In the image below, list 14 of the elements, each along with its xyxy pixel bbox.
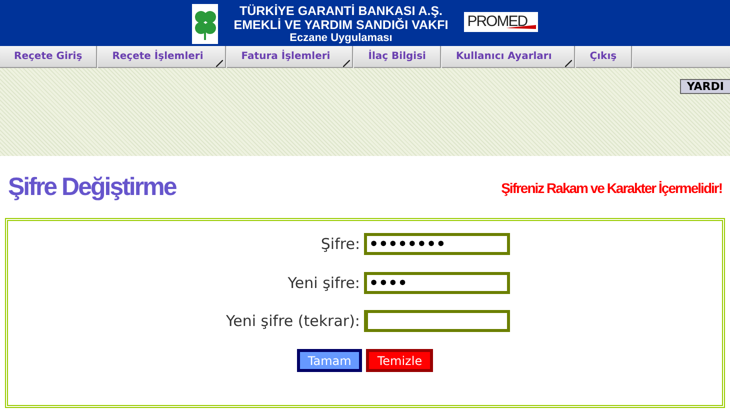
password-field[interactable]: •••••••• — [364, 233, 510, 256]
page-title: Şifre Değiştirme — [8, 172, 176, 204]
warning-text: Şifreniz Rakam ve Karakter İçermelidir! — [501, 178, 722, 198]
field-label: Yeni şifre (tekrar): — [224, 311, 360, 332]
app-subtitle: Eczane Uygulaması — [288, 32, 394, 45]
field-label: Yeni şifre: — [286, 272, 360, 294]
bank-title: TÜRKİYE GARANTİ BANKASI A.Ş. — [238, 4, 444, 18]
password-field[interactable]: •••• — [364, 272, 510, 294]
clear-button[interactable]: Temizle — [366, 348, 434, 372]
field-label: Şifre: — [320, 234, 360, 255]
promed-logo: PROMED — [464, 12, 538, 32]
bank-title: EMEKLİ VE YARDIM SANDIĞI VAKFI — [234, 18, 448, 32]
help-button[interactable]: YARDI — [680, 79, 730, 94]
password-field[interactable] — [364, 310, 510, 332]
